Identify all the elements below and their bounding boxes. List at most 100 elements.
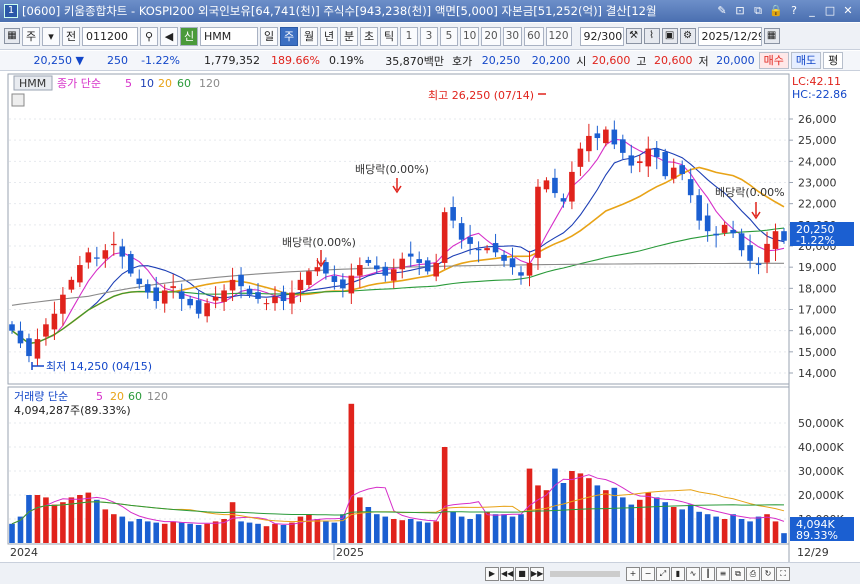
market-dropdown-icon[interactable]: ▾ <box>42 26 60 46</box>
interval-10[interactable]: 10 <box>460 26 480 46</box>
print-icon[interactable]: ⎙ <box>746 566 760 581</box>
period-year[interactable]: 년 <box>320 26 338 46</box>
screen-icon[interactable]: ⊡ <box>732 3 748 19</box>
copy-window-icon[interactable]: ⧉ <box>750 3 766 19</box>
price-tick-label: 23,000 <box>798 177 837 190</box>
period-week[interactable]: 주 <box>280 26 298 46</box>
save-icon[interactable]: ▣ <box>661 28 678 44</box>
legend-ma5: 5 <box>125 77 132 90</box>
volume-bar <box>407 519 414 543</box>
minimize-button[interactable]: _ <box>804 3 820 19</box>
stock-code-input[interactable]: 011200 <box>82 26 138 46</box>
open-label: 시 <box>576 54 587 68</box>
buy-button[interactable]: 매수 <box>758 52 789 69</box>
volume-bar <box>560 483 567 543</box>
candle-body <box>94 257 100 259</box>
prev-button[interactable]: 전 <box>62 26 80 46</box>
interval-20[interactable]: 20 <box>481 26 501 46</box>
indicator-icon[interactable]: ≡ <box>716 566 730 581</box>
copy-icon[interactable]: ⧉ <box>731 566 745 581</box>
speaker-icon[interactable]: ◀ <box>160 26 178 46</box>
grid-icon[interactable]: ▦ <box>4 28 20 44</box>
change-percent: -1.22% <box>141 54 180 67</box>
market-select[interactable]: 주 <box>22 26 40 46</box>
candle-body <box>390 269 397 281</box>
zoom-out-icon[interactable]: − <box>641 566 655 581</box>
scroll-last-icon[interactable]: ▶▶ <box>530 566 544 581</box>
interval-1[interactable]: 1 <box>400 26 418 46</box>
close-button[interactable]: ✕ <box>840 3 856 19</box>
volume-bar <box>679 509 685 543</box>
candle-body <box>552 177 558 194</box>
chart-candle-icon[interactable]: ┃ <box>701 566 715 581</box>
period-day[interactable]: 일 <box>260 26 278 46</box>
volume-bar <box>306 514 312 543</box>
credit-badge[interactable]: 신 <box>180 26 198 46</box>
candle-body <box>484 248 490 251</box>
chart-area[interactable]: 26,00025,00024,00023,00022,00021,00020,0… <box>0 72 860 562</box>
date-input[interactable]: 2025/12/29 <box>697 26 762 46</box>
interval-30[interactable]: 30 <box>502 26 523 46</box>
maximize-button[interactable]: □ <box>822 3 838 19</box>
scroll-right-icon[interactable]: ▶ <box>485 566 499 581</box>
interval-3[interactable]: 3 <box>420 26 438 46</box>
stock-name-field[interactable]: HMM <box>200 26 258 46</box>
volume-bar <box>212 521 219 543</box>
edit-icon[interactable]: ✎ <box>714 3 730 19</box>
chart-line-icon[interactable]: ∿ <box>686 566 700 581</box>
period-second[interactable]: 초 <box>360 26 378 46</box>
tools-icon[interactable]: ⚒ <box>625 28 642 44</box>
candle-body <box>246 288 253 295</box>
candle-body <box>416 259 423 263</box>
interval-120[interactable]: 120 <box>545 26 572 46</box>
volume-bar <box>467 519 473 543</box>
volume-ratio: 189.66% <box>271 54 320 67</box>
candle-body <box>738 233 745 251</box>
volume-bar <box>26 495 32 543</box>
chart-bar-icon[interactable]: ▮ <box>671 566 685 581</box>
fit-icon[interactable]: ⤢ <box>656 566 670 581</box>
interval-60[interactable]: 60 <box>524 26 544 46</box>
price-tick-label: 22,000 <box>798 198 837 211</box>
data-count-field[interactable]: 92/300 <box>579 26 624 46</box>
candle-body <box>586 135 592 152</box>
settings-gear-icon[interactable]: ⚙ <box>679 28 696 44</box>
candle-body <box>60 294 66 314</box>
chart-type-icon[interactable]: ⌇ <box>643 28 660 44</box>
scroll-first-icon[interactable]: ◀◀ <box>500 566 514 581</box>
candle-body <box>357 265 363 276</box>
interval-5[interactable]: 5 <box>440 26 458 46</box>
price-legend-main: 종가 단순 <box>57 77 101 90</box>
high-price: 20,600 <box>654 54 693 67</box>
scroll-stop-icon[interactable]: ■ <box>515 566 529 581</box>
volume-bar <box>670 507 677 543</box>
stock-chart-svg[interactable]: 26,00025,00024,00023,00022,00021,00020,0… <box>0 72 860 562</box>
zoom-in-icon[interactable]: + <box>626 566 640 581</box>
period-minute[interactable]: 분 <box>340 26 358 46</box>
high-label: 고 <box>636 54 647 68</box>
volume-bar <box>475 514 482 543</box>
price-tick-label: 18,000 <box>798 282 837 295</box>
scroll-track[interactable] <box>550 570 620 577</box>
candle-body <box>679 165 685 175</box>
period-tick[interactable]: 틱 <box>380 26 398 46</box>
volume-bar <box>620 497 626 543</box>
calendar-icon[interactable]: ▦ <box>763 28 780 44</box>
volume-bar <box>314 519 321 543</box>
candle-body <box>713 233 719 236</box>
sell-button[interactable]: 매도 <box>790 52 822 69</box>
period-month[interactable]: 월 <box>300 26 318 46</box>
volume-bar <box>730 514 736 543</box>
refresh-icon[interactable]: ↻ <box>761 566 775 581</box>
volume-bar <box>518 514 524 543</box>
volume-bar <box>390 519 397 543</box>
expand-icon[interactable]: ⛶ <box>776 566 790 581</box>
help-icon[interactable]: ? <box>786 3 802 19</box>
eval-button[interactable]: 평 <box>823 52 844 69</box>
lock-icon[interactable]: 🔒 <box>768 3 784 19</box>
volume-bar <box>569 471 575 543</box>
table-view-icon[interactable] <box>11 93 25 107</box>
vol-legend-ma120: 120 <box>147 390 168 403</box>
candle-body <box>314 267 321 272</box>
search-icon[interactable]: ⚲ <box>140 26 158 46</box>
